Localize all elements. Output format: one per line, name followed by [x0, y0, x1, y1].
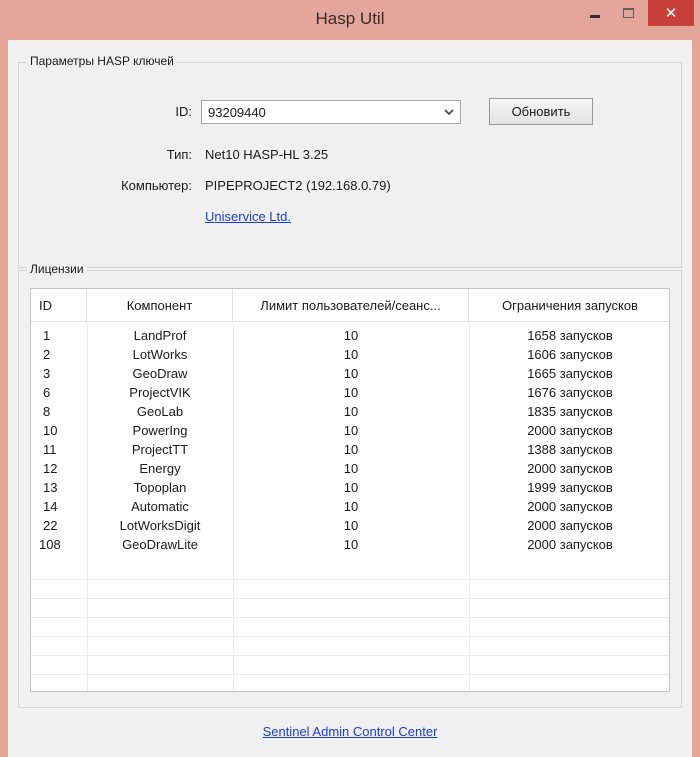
cell-id: 14 — [43, 499, 58, 514]
table-row[interactable]: 11 ProjectTT 10 1388 запусков — [31, 440, 669, 459]
cell-user-limit: 10 — [343, 499, 359, 514]
licenses-group-title: Лицензии — [27, 262, 87, 276]
cell-run-limit: 2000 запусков — [527, 518, 613, 533]
cell-component: GeoDraw — [132, 366, 188, 381]
column-header-component[interactable]: Компонент — [87, 289, 233, 321]
cell-id: 22 — [43, 518, 58, 533]
cell-run-limit: 2000 запусков — [527, 499, 613, 514]
computer-label: Компьютер: — [121, 178, 192, 193]
type-label: Тип: — [166, 147, 192, 162]
cell-user-limit: 10 — [343, 366, 359, 381]
cell-component: LotWorks — [132, 347, 188, 362]
client-area: Параметры HASP ключей ID: 93209440 Обнов… — [8, 40, 692, 757]
vendor-link[interactable]: Uniservice Ltd. — [205, 209, 291, 224]
cell-user-limit: 10 — [343, 423, 359, 438]
licenses-table[interactable]: ID Компонент Лимит пользователей/сеанс..… — [30, 288, 670, 692]
column-header-run-limits[interactable]: Ограничения запусков — [469, 289, 669, 321]
table-row[interactable]: 12 Energy 10 2000 запусков — [31, 459, 669, 478]
cell-user-limit: 10 — [343, 518, 359, 533]
cell-id: 13 — [43, 480, 58, 495]
title-bar[interactable]: Hasp Util ✕ — [0, 0, 700, 40]
type-value: Net10 HASP-HL 3.25 — [205, 147, 329, 162]
column-header-user-limit[interactable]: Лимит пользователей/сеанс... — [233, 289, 469, 321]
id-select-value: 93209440 — [208, 105, 266, 120]
cell-run-limit: 2000 запусков — [527, 423, 613, 438]
grid-line — [31, 636, 669, 637]
cell-component: Energy — [139, 461, 181, 476]
grid-line — [31, 579, 669, 580]
table-row[interactable]: 8 GeoLab 10 1835 запусков — [31, 402, 669, 421]
footer: Sentinel Admin Control Center — [8, 724, 692, 739]
cell-component: LotWorksDigit — [119, 518, 201, 533]
cell-run-limit: 2000 запусков — [527, 537, 613, 552]
sentinel-admin-link[interactable]: Sentinel Admin Control Center — [263, 724, 438, 739]
cell-component: ProjectTT — [131, 442, 189, 457]
cell-user-limit: 10 — [343, 328, 359, 343]
cell-id: 10 — [43, 423, 58, 438]
table-row[interactable]: 14 Automatic 10 2000 запусков — [31, 497, 669, 516]
cell-id: 12 — [43, 461, 58, 476]
cell-run-limit: 1658 запусков — [527, 328, 613, 343]
column-header-id[interactable]: ID — [31, 289, 87, 321]
cell-component: Topoplan — [133, 480, 187, 495]
table-row[interactable]: 22 LotWorksDigit 10 2000 запусков — [31, 516, 669, 535]
table-row[interactable]: 6 ProjectVIK 10 1676 запусков — [31, 383, 669, 402]
grid-line — [31, 598, 669, 599]
maximize-button[interactable] — [612, 0, 644, 26]
cell-user-limit: 10 — [343, 385, 359, 400]
close-button[interactable]: ✕ — [648, 0, 694, 26]
cell-user-limit: 10 — [343, 404, 359, 419]
cell-run-limit: 1999 запусков — [527, 480, 613, 495]
close-icon: ✕ — [664, 5, 678, 22]
id-select[interactable]: 93209440 — [201, 100, 461, 124]
cell-run-limit: 1388 запусков — [527, 442, 613, 457]
grid-line — [31, 655, 669, 656]
cell-component: PowerIng — [132, 423, 188, 438]
minimize-icon — [590, 14, 600, 18]
cell-id: 6 — [43, 385, 51, 400]
maximize-icon — [622, 8, 634, 18]
cell-run-limit: 1676 запусков — [527, 385, 613, 400]
cell-run-limit: 1665 запусков — [527, 366, 613, 381]
app-window: Hasp Util ✕ Параметры HASP ключей ID: 93… — [0, 0, 700, 757]
cell-user-limit: 10 — [343, 461, 359, 476]
hasp-params-group: Параметры HASP ключей — [18, 54, 682, 268]
cell-user-limit: 10 — [343, 537, 359, 552]
table-row[interactable]: 13 Topoplan 10 1999 запусков — [31, 478, 669, 497]
table-row[interactable]: 2 LotWorks 10 1606 запусков — [31, 345, 669, 364]
grid-line — [31, 617, 669, 618]
cell-id: 1 — [43, 328, 51, 343]
id-label: ID: — [175, 104, 192, 119]
grid-line — [31, 674, 669, 675]
cell-id: 3 — [43, 366, 51, 381]
cell-user-limit: 10 — [343, 442, 359, 457]
cell-run-limit: 1835 запусков — [527, 404, 613, 419]
hasp-params-group-title: Параметры HASP ключей — [27, 54, 177, 68]
cell-component: GeoDrawLite — [122, 537, 198, 552]
cell-component: GeoLab — [136, 404, 184, 419]
cell-component: ProjectVIK — [129, 385, 191, 400]
cell-id: 108 — [39, 537, 61, 552]
cell-id: 8 — [43, 404, 51, 419]
cell-component: Automatic — [131, 499, 189, 514]
table-row[interactable]: 1 LandProf 10 1658 запусков — [31, 326, 669, 345]
cell-run-limit: 1606 запусков — [527, 347, 613, 362]
refresh-button[interactable]: Обновить — [489, 98, 593, 125]
cell-run-limit: 2000 запусков — [527, 461, 613, 476]
minimize-button[interactable] — [580, 0, 610, 26]
cell-user-limit: 10 — [343, 347, 359, 362]
computer-value: PIPEPROJECT2 (192.168.0.79) — [205, 178, 391, 193]
cell-id: 11 — [43, 442, 57, 457]
chevron-down-icon[interactable] — [442, 103, 456, 121]
cell-user-limit: 10 — [343, 480, 359, 495]
cell-id: 2 — [43, 347, 51, 362]
table-row[interactable]: 10 PowerIng 10 2000 запусков — [31, 421, 669, 440]
table-header: ID Компонент Лимит пользователей/сеанс..… — [31, 289, 669, 322]
cell-component: LandProf — [133, 328, 187, 343]
table-row[interactable]: 3 GeoDraw 10 1665 запусков — [31, 364, 669, 383]
table-row[interactable]: 108 GeoDrawLite 10 2000 запусков — [31, 535, 669, 554]
